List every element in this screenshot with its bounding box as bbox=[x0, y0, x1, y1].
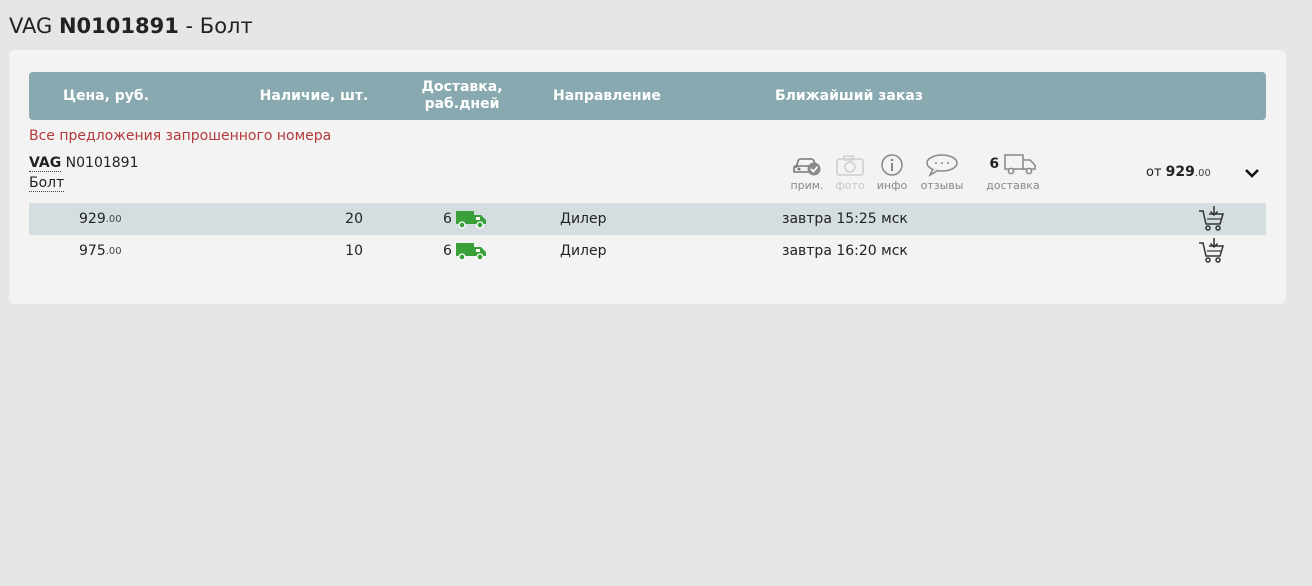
part-number: N0101891 bbox=[65, 155, 139, 171]
add-to-cart-button[interactable] bbox=[1197, 235, 1227, 267]
header-delivery-line1: Доставка, bbox=[421, 79, 503, 95]
row-price-frac: .00 bbox=[105, 245, 122, 257]
table-row: 929.00 20 6 Дилер завтра 15:25 мск bbox=[29, 203, 1266, 235]
row-stock: 10 bbox=[345, 243, 363, 259]
row-nearest-order: завтра 15:25 мск bbox=[782, 211, 908, 227]
table-row: 975.00 10 6 Дилер завтра 16:20 мск bbox=[29, 235, 1266, 267]
title-name: Болт bbox=[199, 14, 253, 38]
camera-icon bbox=[836, 155, 864, 176]
part-brand[interactable]: VAG bbox=[29, 155, 62, 172]
title-number: N0101891 bbox=[58, 14, 179, 38]
row-days: 6 bbox=[443, 243, 452, 259]
row-delivery-days: 6 bbox=[443, 235, 513, 267]
row-direction: Дилер bbox=[560, 243, 607, 259]
title-separator: - bbox=[178, 14, 200, 38]
truck-icon bbox=[455, 211, 486, 229]
price-from: от 929.00 bbox=[1146, 164, 1211, 180]
applicability-label: прим. bbox=[790, 179, 824, 192]
header-direction: Направление bbox=[553, 87, 661, 104]
photo-tool: фото bbox=[828, 153, 872, 192]
info-icon bbox=[881, 154, 903, 176]
part-brand-number: VAG N0101891 bbox=[29, 155, 139, 172]
row-price-frac: .00 bbox=[105, 213, 122, 225]
speech-bubble-icon bbox=[926, 154, 958, 177]
header-price: Цена, руб. bbox=[62, 87, 150, 104]
row-price-int: 975 bbox=[79, 243, 106, 259]
add-to-cart-button[interactable] bbox=[1197, 203, 1227, 235]
cart-add-icon bbox=[1199, 238, 1225, 263]
part-name[interactable]: Болт bbox=[29, 175, 65, 192]
row-days: 6 bbox=[443, 211, 452, 227]
car-check-icon bbox=[793, 158, 821, 176]
header-stock: Наличие, шт. bbox=[259, 87, 369, 104]
row-direction: Дилер bbox=[560, 211, 607, 227]
price-from-prefix: от bbox=[1146, 165, 1162, 180]
row-stock: 20 bbox=[345, 211, 363, 227]
cart-add-icon bbox=[1199, 206, 1225, 231]
delivery-label: доставка bbox=[986, 179, 1040, 192]
table-header: Цена, руб. Наличие, шт. Доставка, раб.дн… bbox=[29, 72, 1266, 120]
reviews-tool[interactable]: отзывы bbox=[920, 153, 964, 192]
header-delivery: Доставка, раб.дней bbox=[412, 72, 512, 120]
row-price: 929.00 bbox=[79, 203, 179, 235]
page-title: VAG N0101891 - Болт bbox=[9, 14, 253, 38]
row-nearest-order: завтра 16:20 мск bbox=[782, 243, 908, 259]
row-price-int: 929 bbox=[79, 211, 106, 227]
row-delivery-days: 6 bbox=[443, 203, 513, 235]
applicability-tool[interactable]: прим. bbox=[785, 153, 829, 192]
offers-section-title: Все предложения запрошенного номера bbox=[29, 128, 332, 144]
truck-icon bbox=[455, 243, 486, 261]
title-brand: VAG bbox=[9, 14, 53, 38]
info-tool[interactable]: инфо bbox=[870, 153, 914, 192]
info-label: инфо bbox=[876, 179, 908, 192]
photo-label: фото bbox=[835, 179, 865, 192]
reviews-label: отзывы bbox=[920, 179, 964, 192]
header-delivery-line2: раб.дней bbox=[424, 96, 500, 112]
price-from-frac: .00 bbox=[1194, 168, 1211, 179]
delivery-count: 6 bbox=[989, 156, 1000, 172]
chevron-down-icon[interactable] bbox=[1243, 166, 1261, 180]
header-nearest-order: Ближайший заказ bbox=[775, 87, 923, 104]
delivery-tool[interactable]: 6 доставка bbox=[981, 153, 1045, 192]
row-price: 975.00 bbox=[79, 235, 179, 267]
price-from-int: 929 bbox=[1165, 164, 1195, 180]
offers-card: Цена, руб. Наличие, шт. Доставка, раб.дн… bbox=[9, 50, 1286, 304]
truck-outline-icon bbox=[1003, 154, 1036, 175]
